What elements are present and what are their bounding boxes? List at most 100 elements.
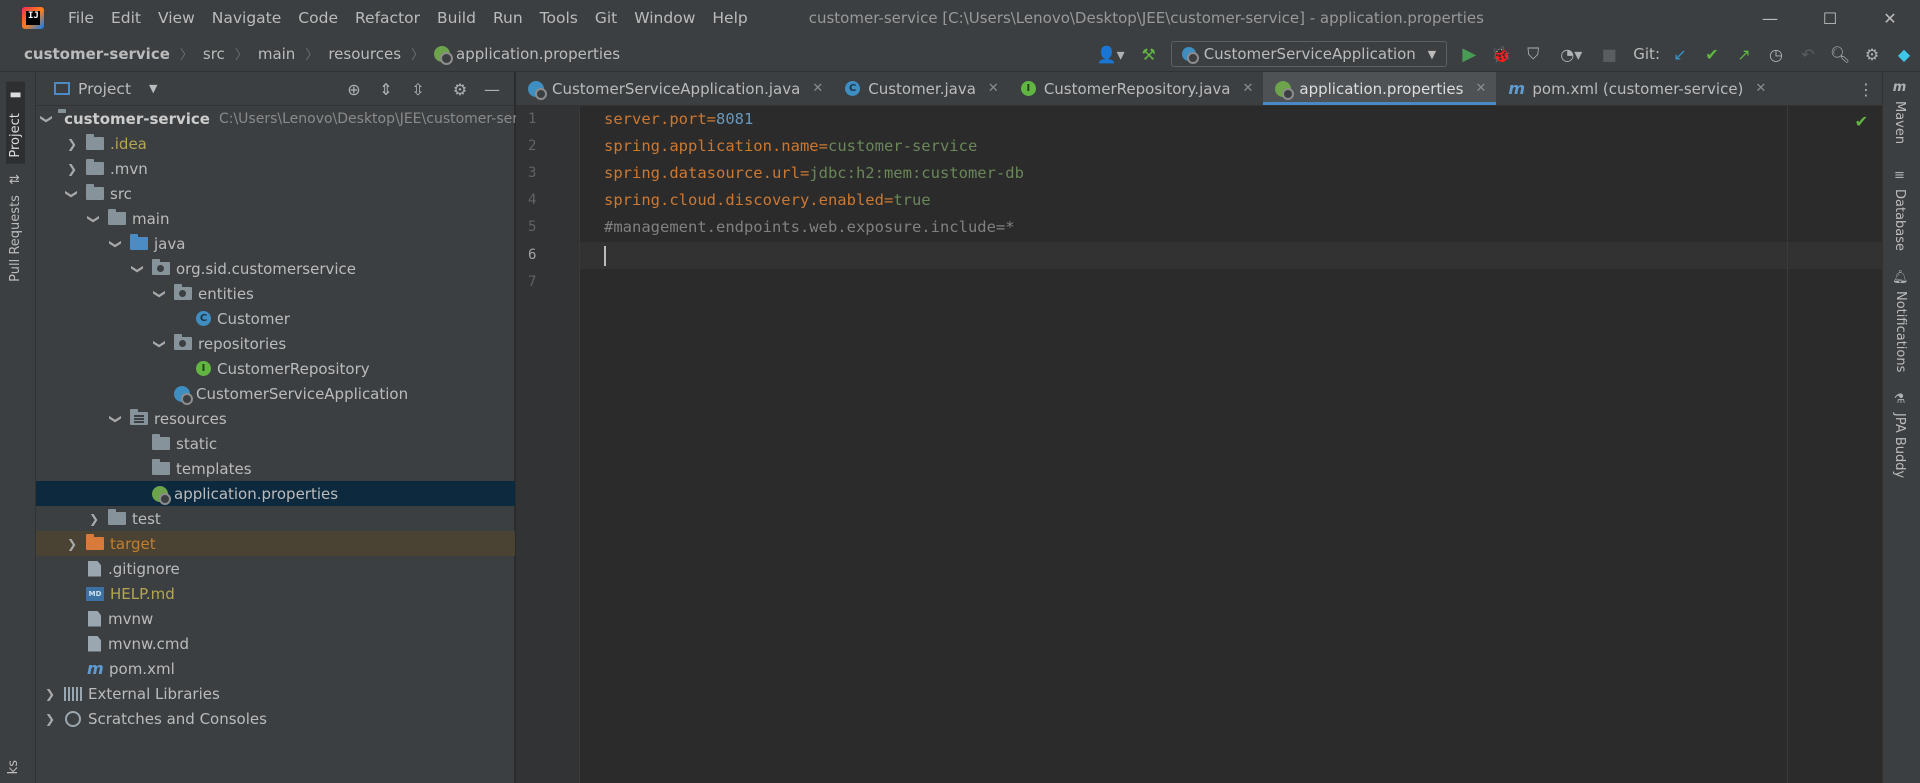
user-icon[interactable]: 👤▾ (1089, 36, 1133, 72)
tool-window-bookmarks[interactable]: ks (6, 760, 21, 774)
profile-icon[interactable]: ◔▾ (1549, 36, 1593, 72)
expand-all-icon[interactable]: ⇕ (370, 71, 402, 107)
menu-run[interactable]: Run (485, 0, 532, 36)
tree-node-entities[interactable]: ❯ entities (36, 281, 515, 306)
chevron-down-icon[interactable]: ▼ (149, 82, 157, 95)
intellij-logo-icon[interactable]: IJ (22, 7, 44, 29)
chevron-right-icon[interactable]: ❯ (64, 137, 80, 151)
tree-node-target[interactable]: ❯ target (36, 531, 515, 556)
close-icon[interactable]: ✕ (812, 81, 823, 96)
stop-icon[interactable]: ■ (1593, 36, 1625, 72)
build-hammer-icon[interactable]: ⚒ (1133, 36, 1165, 72)
tree-node-java[interactable]: ❯ java (36, 231, 515, 256)
chevron-right-icon[interactable]: ❯ (87, 211, 101, 227)
menu-help[interactable]: Help (704, 0, 756, 36)
chevron-right-icon[interactable]: ❯ (64, 537, 80, 551)
tool-window-maven[interactable]: m Maven (1892, 80, 1907, 144)
tool-window-project[interactable]: Project ▬ (6, 82, 25, 164)
tree-node-package[interactable]: ❯ org.sid.customerservice (36, 256, 515, 281)
tree-node-mvn[interactable]: ❯ .mvn (36, 156, 515, 181)
tree-node-repositories[interactable]: ❯ repositories (36, 331, 515, 356)
git-push-icon[interactable]: ↗ (1728, 36, 1760, 72)
menu-file[interactable]: File (60, 0, 103, 36)
check-icon[interactable]: ✔ (1855, 112, 1868, 131)
tree-node-main[interactable]: ❯ main (36, 206, 515, 231)
coverage-icon[interactable]: ⛉ (1517, 36, 1549, 72)
plugin-logo-icon[interactable]: ◆ (1888, 36, 1920, 72)
git-commit-icon[interactable]: ✔ (1696, 36, 1728, 72)
tree-node-customer[interactable]: C Customer (36, 306, 515, 331)
chevron-right-icon[interactable]: ❯ (86, 512, 102, 526)
chevron-right-icon[interactable]: ❯ (109, 411, 123, 427)
menu-navigate[interactable]: Navigate (204, 0, 291, 36)
gear-icon[interactable]: ⚙ (1856, 36, 1888, 72)
chevron-right-icon[interactable]: ❯ (153, 336, 167, 352)
tree-node-app-class[interactable]: CustomerServiceApplication (36, 381, 515, 406)
tool-window-jpa-buddy[interactable]: ⚗ JPA Buddy (1892, 392, 1907, 478)
tool-window-database[interactable]: ≡ Database (1892, 168, 1907, 251)
hide-panel-icon[interactable]: — (476, 71, 508, 107)
minimize-button[interactable]: — (1740, 0, 1800, 36)
code-line[interactable]: server.port=8081 (580, 106, 1882, 133)
tree-node-help[interactable]: MD HELP.md (36, 581, 515, 606)
code-line[interactable]: spring.cloud.discovery.enabled=true (580, 187, 1882, 214)
tree-node-gitignore[interactable]: .gitignore (36, 556, 515, 581)
line-gutter[interactable]: 1 2 3 4 5 6 7 (516, 106, 580, 783)
menu-build[interactable]: Build (429, 0, 485, 36)
chevron-right-icon[interactable]: ❯ (42, 687, 58, 701)
chevron-right-icon[interactable]: ❯ (153, 286, 167, 302)
menu-refactor[interactable]: Refactor (347, 0, 429, 36)
tree-node-root[interactable]: ❯ customer-service C:\Users\Lenovo\Deskt… (36, 106, 530, 131)
tree-node-application-properties[interactable]: application.properties (36, 481, 515, 506)
git-update-icon[interactable]: ↙ (1664, 36, 1696, 72)
project-panel-title[interactable]: Project (78, 80, 131, 98)
chevron-right-icon[interactable]: ❯ (42, 712, 58, 726)
code-line-current[interactable] (580, 242, 1882, 269)
collapse-all-icon[interactable]: ⇳ (402, 71, 434, 107)
tree-node-external-libraries[interactable]: ❯ External Libraries (36, 681, 515, 706)
menu-view[interactable]: View (150, 0, 204, 36)
git-history-icon[interactable]: ◷ (1760, 36, 1792, 72)
close-icon[interactable]: ✕ (1755, 81, 1766, 96)
code-line[interactable]: #management.endpoints.web.exposure.inclu… (580, 214, 1882, 241)
tree-node-test[interactable]: ❯ test (36, 506, 515, 531)
breadcrumb-file[interactable]: application.properties (456, 45, 620, 63)
tab-application-properties[interactable]: application.properties ✕ (1263, 72, 1497, 105)
tree-node-scratches[interactable]: ❯ Scratches and Consoles (36, 706, 515, 731)
chevron-right-icon[interactable]: ❯ (40, 113, 54, 123)
tab-pom[interactable]: m pom.xml (customer-service) ✕ (1496, 72, 1776, 105)
code-editor[interactable]: 1 2 3 4 5 6 7 server.port=8081 spring.ap… (516, 106, 1882, 783)
chevron-right-icon[interactable]: ❯ (131, 261, 145, 277)
tree-node-customer-repository[interactable]: I CustomerRepository (36, 356, 515, 381)
tree-node-pom[interactable]: m pom.xml (36, 656, 515, 681)
close-icon[interactable]: ✕ (988, 81, 999, 96)
tab-customer-repository[interactable]: I CustomerRepository.java ✕ (1009, 72, 1264, 105)
chevron-right-icon[interactable]: ❯ (65, 186, 79, 202)
gear-icon[interactable]: ⚙ (444, 71, 476, 107)
tree-node-mvnw-cmd[interactable]: mvnw.cmd (36, 631, 515, 656)
tab-customer-service-application[interactable]: CustomerServiceApplication.java ✕ (516, 72, 833, 105)
tool-window-pull-requests[interactable]: Pull Requests ⇅ (6, 168, 25, 288)
menu-edit[interactable]: Edit (103, 0, 150, 36)
debug-icon[interactable]: 🐞 (1485, 36, 1517, 72)
breadcrumb-resources[interactable]: resources (328, 45, 401, 63)
close-window-button[interactable]: ✕ (1860, 0, 1920, 36)
tool-window-notifications[interactable]: 🔔︎ Notifications (1892, 270, 1909, 372)
search-icon[interactable]: 🔍︎ (1824, 36, 1856, 72)
menu-tools[interactable]: Tools (532, 0, 587, 36)
menu-code[interactable]: Code (290, 0, 347, 36)
tree-node-resources[interactable]: ❯ resources (36, 406, 515, 431)
tree-node-idea[interactable]: ❯ .idea (36, 131, 515, 156)
chevron-right-icon[interactable]: ❯ (64, 162, 80, 176)
tree-node-static[interactable]: static (36, 431, 515, 456)
tree-node-templates[interactable]: templates (36, 456, 515, 481)
tab-customer[interactable]: C Customer.java ✕ (833, 72, 1009, 105)
code-line[interactable]: spring.application.name=customer-service (580, 133, 1882, 160)
locate-file-icon[interactable]: ⊕ (338, 71, 370, 107)
run-configuration-select[interactable]: CustomerServiceApplication ▼ (1170, 41, 1448, 67)
run-icon[interactable]: ▶ (1453, 36, 1485, 72)
breadcrumb-src[interactable]: src (203, 45, 225, 63)
git-rollback-icon[interactable]: ↶ (1792, 36, 1824, 72)
breadcrumb-main[interactable]: main (258, 45, 295, 63)
close-icon[interactable]: ✕ (1243, 81, 1254, 96)
